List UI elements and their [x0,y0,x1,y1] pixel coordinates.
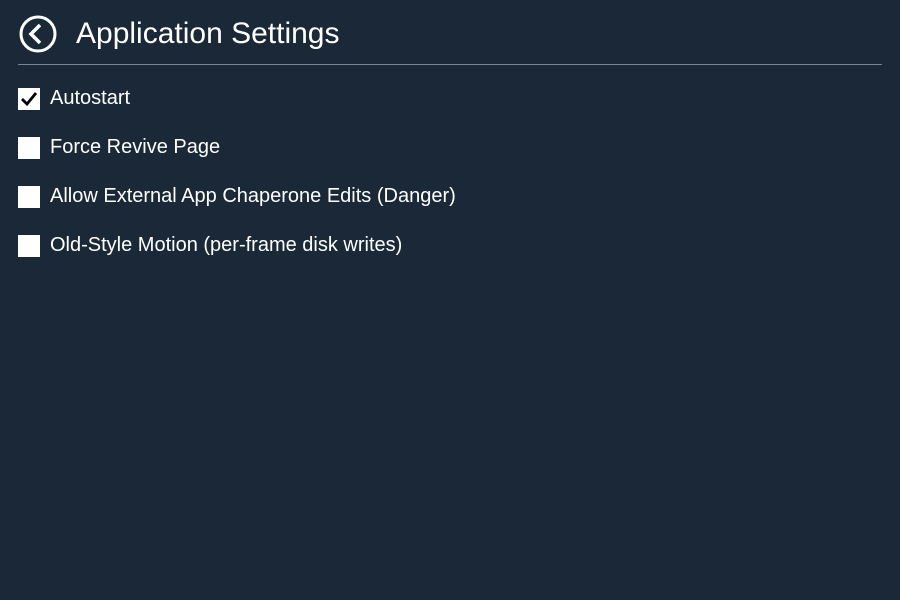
page-title: Application Settings [76,17,340,51]
setting-old-style-motion[interactable]: Old-Style Motion (per-frame disk writes) [18,234,882,257]
checkbox-autostart[interactable] [18,88,40,110]
header: Application Settings [0,0,900,64]
setting-label: Autostart [50,87,130,110]
setting-label: Force Revive Page [50,136,220,159]
checkbox-allow-external-chaperone[interactable] [18,186,40,208]
settings-list: Autostart Force Revive Page Allow Extern… [0,65,900,305]
checkbox-old-style-motion[interactable] [18,235,40,257]
setting-force-revive-page[interactable]: Force Revive Page [18,136,882,159]
setting-label: Allow External App Chaperone Edits (Dang… [50,185,456,208]
back-button[interactable] [18,14,58,54]
setting-allow-external-chaperone[interactable]: Allow External App Chaperone Edits (Dang… [18,185,882,208]
setting-autostart[interactable]: Autostart [18,87,882,110]
arrow-left-icon [18,14,58,54]
checkbox-force-revive-page[interactable] [18,137,40,159]
checkmark-icon [20,90,38,108]
setting-label: Old-Style Motion (per-frame disk writes) [50,234,402,257]
